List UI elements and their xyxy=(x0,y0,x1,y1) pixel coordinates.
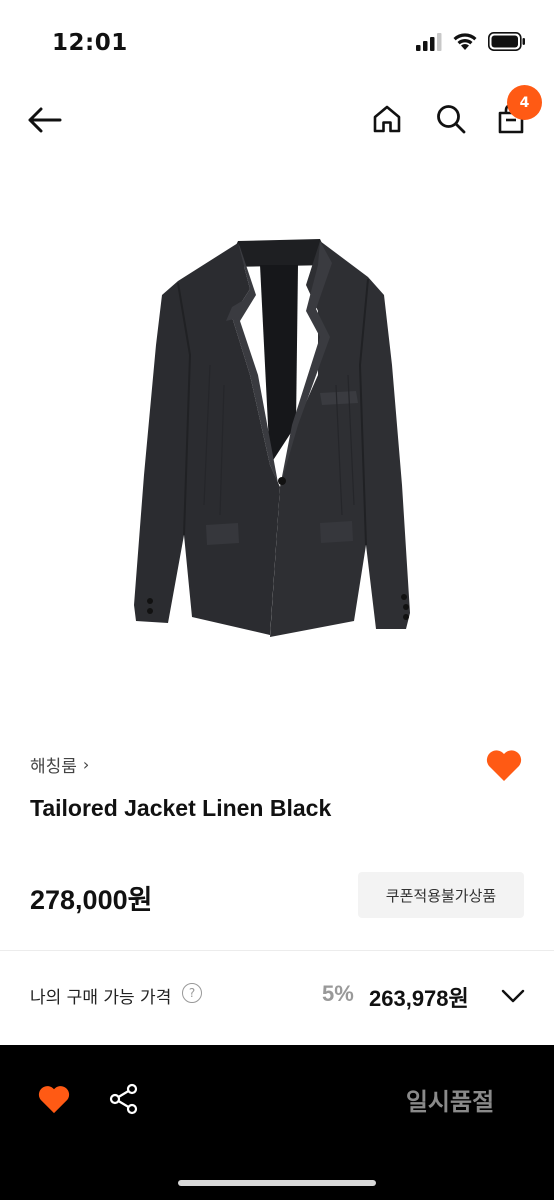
status-bar: 12:01 xyxy=(0,0,554,80)
signal-icon xyxy=(416,32,442,55)
product-price: 278,000원 xyxy=(30,885,153,915)
back-button[interactable] xyxy=(22,100,66,140)
heart-icon xyxy=(486,750,522,781)
brand-name: 해칭룸 xyxy=(30,757,77,777)
product-title: Tailored Jacket Linen Black xyxy=(30,795,332,821)
my-price-row[interactable]: 나의 구매 가능 가격 ? 5% 263,978원 xyxy=(0,965,554,1027)
share-button[interactable] xyxy=(102,1077,146,1121)
heart-icon xyxy=(38,1086,70,1114)
wifi-icon xyxy=(452,32,478,55)
discount-price: 263,978원 xyxy=(369,986,469,1011)
discount-rate: 5% xyxy=(322,981,354,1006)
home-button[interactable] xyxy=(366,98,408,140)
search-button[interactable] xyxy=(430,98,472,140)
brand-link[interactable]: 해칭룸 › xyxy=(30,752,89,777)
home-indicator xyxy=(178,1180,376,1186)
bottom-action-bar: 일시품절 xyxy=(0,1045,554,1200)
bottom-like-button[interactable] xyxy=(32,1077,76,1121)
chevron-right-icon: › xyxy=(82,755,90,774)
share-icon xyxy=(109,1083,138,1115)
home-icon xyxy=(373,105,401,133)
chevron-down-icon[interactable] xyxy=(499,983,527,1009)
like-button[interactable] xyxy=(482,745,526,785)
cart-count-badge: 4 xyxy=(507,85,542,120)
search-icon xyxy=(437,105,466,134)
status-icons xyxy=(416,32,526,55)
battery-icon xyxy=(488,32,526,55)
product-image[interactable] xyxy=(120,225,420,650)
help-icon[interactable]: ? xyxy=(182,983,202,1003)
back-arrow-icon xyxy=(28,107,62,133)
coupon-unavailable-badge: 쿠폰적용불가상품 xyxy=(358,872,524,918)
divider xyxy=(0,950,554,951)
jacket-illustration xyxy=(134,239,410,637)
sold-out-button[interactable]: 일시품절 xyxy=(370,1071,530,1127)
my-price-label: 나의 구매 가능 가격 xyxy=(30,988,172,1008)
nav-bar xyxy=(0,80,554,160)
status-time: 12:01 xyxy=(52,30,128,56)
